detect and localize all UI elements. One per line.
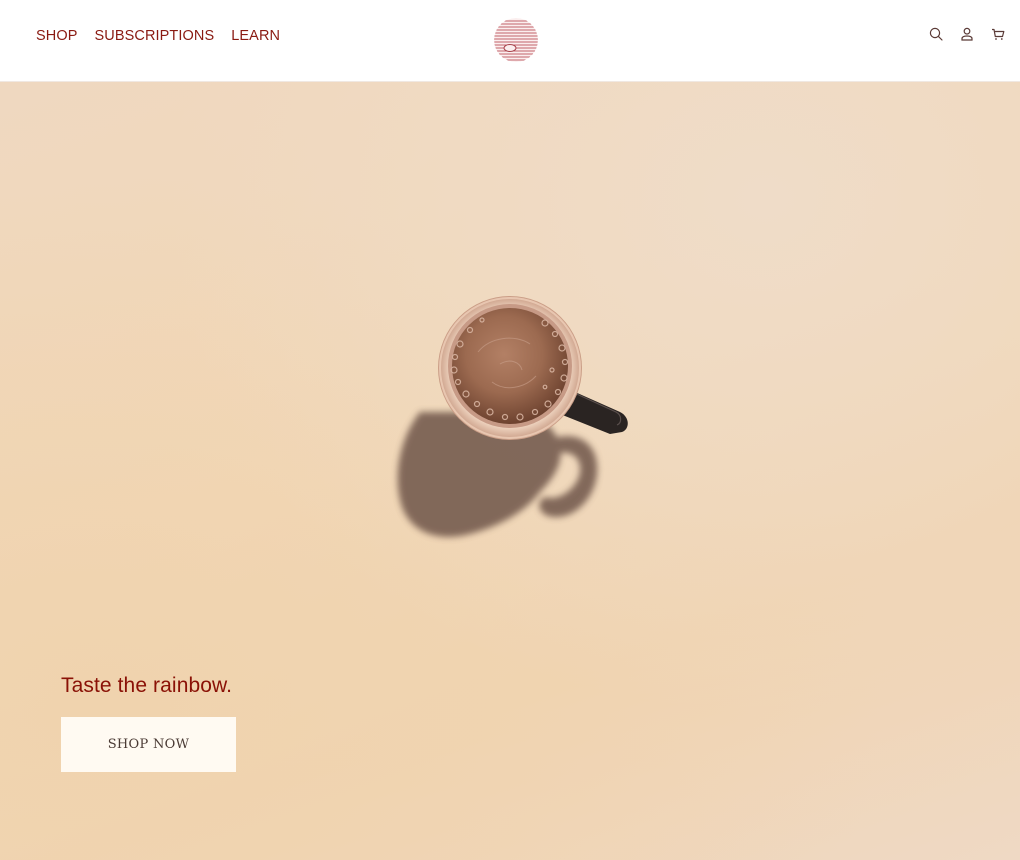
search-icon[interactable] — [928, 26, 944, 42]
brand-logo[interactable] — [494, 18, 538, 62]
nav-subscriptions[interactable]: SUBSCRIPTIONS — [95, 28, 215, 44]
hero-banner: Taste the rainbow. SHOP NOW — [0, 82, 1020, 860]
main-nav: SHOP SUBSCRIPTIONS LEARN — [36, 28, 280, 44]
nav-shop[interactable]: SHOP — [36, 28, 78, 44]
striped-circle-logo-icon — [494, 18, 538, 62]
shop-now-button[interactable]: SHOP NOW — [61, 717, 236, 772]
header-icons — [928, 26, 1006, 42]
site-header: SHOP SUBSCRIPTIONS LEARN — [0, 0, 1020, 82]
cart-icon[interactable] — [990, 26, 1006, 42]
nav-learn[interactable]: LEARN — [231, 28, 280, 44]
hero-title: Taste the rainbow. — [61, 674, 233, 697]
account-icon[interactable] — [959, 26, 975, 42]
